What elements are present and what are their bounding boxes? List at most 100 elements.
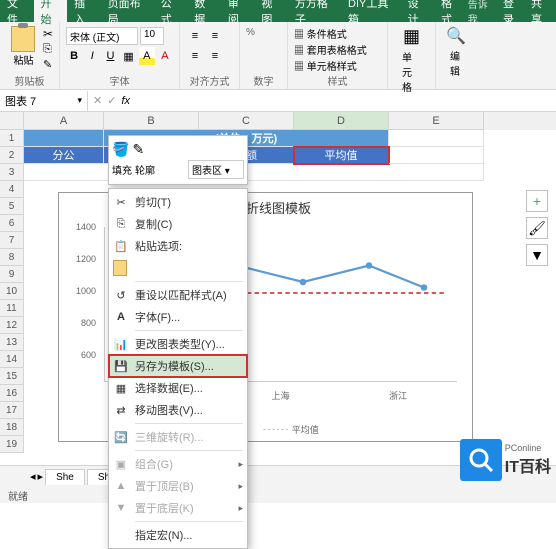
sheet-nav-next[interactable]: ▸ [38,470,44,483]
align-mid-button[interactable]: ≡ [206,27,224,45]
tab-data[interactable]: 数据 [187,0,221,22]
y-tick: 1200 [76,254,96,264]
ctx-font[interactable]: A字体(F)... [109,306,247,328]
row-header[interactable]: 2 [0,147,24,164]
tab-layout[interactable]: 页面布局 [101,0,154,22]
border-button[interactable]: ▦ [121,47,137,65]
share-button[interactable]: 共享 [531,0,551,27]
row-header[interactable]: 1 [0,130,24,147]
ctx-save-as-template[interactable]: 💾另存为模板(S)... [109,355,247,377]
chart-filter-button[interactable]: ▼ [526,244,548,266]
font-name-select[interactable]: 宋体 (正文) [66,27,138,45]
tab-home[interactable]: 开始 [34,0,68,22]
row-header[interactable]: 15 [0,368,24,385]
tab-design[interactable]: 设计 [401,0,435,22]
ctx-reset-style[interactable]: ↺重设以匹配样式(A) [109,284,247,306]
row-header[interactable]: 9 [0,266,24,283]
row-header[interactable]: 13 [0,334,24,351]
ctx-cut[interactable]: ✂剪切(T) [109,191,247,213]
menu-bar: 文件 开始 插入 页面布局 公式 数据 审阅 视图 方方格子 DIY工具箱 设计… [0,0,556,22]
sheet-nav-prev[interactable]: ◂ [30,470,36,483]
row-header[interactable]: 5 [0,198,24,215]
row-header[interactable]: 18 [0,419,24,436]
font-size-select[interactable]: 10 [140,27,164,45]
ctx-copy[interactable]: ⎘复制(C) [109,213,247,235]
cancel-icon[interactable]: ✕ [93,94,102,107]
ctx-move-chart[interactable]: ⇄移动图表(V)... [109,399,247,421]
save-template-icon: 💾 [113,358,129,374]
table-cell[interactable] [389,147,484,164]
fill-bucket-icon[interactable]: 🪣 [112,141,129,158]
row-header[interactable]: 3 [0,164,24,181]
col-header-d[interactable]: D [294,112,389,130]
col-header-c[interactable]: C [199,112,294,130]
col-header-e[interactable]: E [389,112,484,130]
tab-addon2[interactable]: DIY工具箱 [341,0,401,22]
chart-side-buttons: + 🖌 ▼ [526,190,548,266]
select-all-corner[interactable] [0,112,24,130]
tab-format[interactable]: 格式 [434,0,468,22]
font-color-button[interactable]: A [157,47,173,65]
row-header[interactable]: 8 [0,249,24,266]
align-left-button[interactable]: ≡ [186,47,204,65]
bold-button[interactable]: B [66,47,82,65]
confirm-icon[interactable]: ✓ [107,94,116,107]
cut-icon[interactable]: ✂ [43,27,53,41]
tab-addon1[interactable]: 方方格子 [288,0,341,22]
table-header-cell[interactable]: 平均值 [294,147,389,164]
chart-styles-button[interactable]: 🖌 [526,217,548,239]
col-header-a[interactable]: A [24,112,104,130]
ctx-assign-macro[interactable]: 指定宏(N)... [109,524,247,546]
row-header[interactable]: 12 [0,317,24,334]
row-header[interactable]: 11 [0,300,24,317]
ctx-paste-icon-option[interactable] [109,257,247,279]
sheet-tab[interactable]: She [45,469,85,485]
ctx-select-data[interactable]: ▦选择数据(E)... [109,377,247,399]
cond-format-button[interactable]: ▦ 条件格式 [294,26,381,41]
fx-icon[interactable]: fx [121,95,130,107]
chart-element-select[interactable]: 图表区 ▾ [188,160,244,179]
mini-toolbar: 🪣 ✎ 填充 轮廓 图表区 ▾ [108,135,248,185]
scissors-icon: ✂ [113,194,129,210]
table-header-cell[interactable]: 分公 [24,147,104,164]
row-header[interactable]: 17 [0,402,24,419]
status-text: 就绪 [8,492,28,503]
tab-file[interactable]: 文件 [0,0,34,22]
name-box[interactable]: 图表 7 ▾ [0,91,88,111]
ctx-change-chart-type[interactable]: 📊更改图表类型(Y)... [109,333,247,355]
tab-formula[interactable]: 公式 [154,0,188,22]
x-label: 浙江 [389,389,407,402]
row-header[interactable]: 7 [0,232,24,249]
row-header[interactable]: 4 [0,181,24,198]
cells-button[interactable]: ▦ 单元格 [394,24,429,96]
clipboard-group-label: 剪贴板 [0,73,59,88]
copy-icon[interactable]: ⎘ [43,43,53,56]
table-cell[interactable] [24,130,104,147]
chart-type-icon: 📊 [113,336,129,352]
row-header[interactable]: 14 [0,351,24,368]
italic-button[interactable]: I [84,47,100,65]
tab-insert[interactable]: 插入 [67,0,101,22]
fill-color-button[interactable]: A [139,47,155,65]
table-cell[interactable] [24,164,484,181]
cell-style-button[interactable]: ▦ 单元格样式 [294,58,381,73]
format-painter-icon[interactable]: ✎ [43,58,53,71]
table-cell[interactable] [389,130,484,147]
align-top-button[interactable]: ≡ [186,27,204,45]
row-header[interactable]: 6 [0,215,24,232]
underline-button[interactable]: U [102,47,118,65]
align-center-button[interactable]: ≡ [206,47,224,65]
login-button[interactable]: 登录 [503,0,523,27]
tab-view[interactable]: 视图 [254,0,288,22]
ctx-paste-options[interactable]: 📋粘贴选项: [109,235,247,257]
tab-review[interactable]: 审阅 [221,0,255,22]
col-header-b[interactable]: B [104,112,199,130]
row-header[interactable]: 19 [0,436,24,453]
edit-button[interactable]: 🔍 编辑 [442,24,470,80]
outline-pen-icon[interactable]: ✎ [132,141,144,158]
row-header[interactable]: 16 [0,385,24,402]
table-format-button[interactable]: ▦ 套用表格格式 [294,42,381,57]
row-header[interactable]: 10 [0,283,24,300]
paste-button[interactable]: 粘贴 [6,24,41,69]
chart-elements-button[interactable]: + [526,190,548,212]
